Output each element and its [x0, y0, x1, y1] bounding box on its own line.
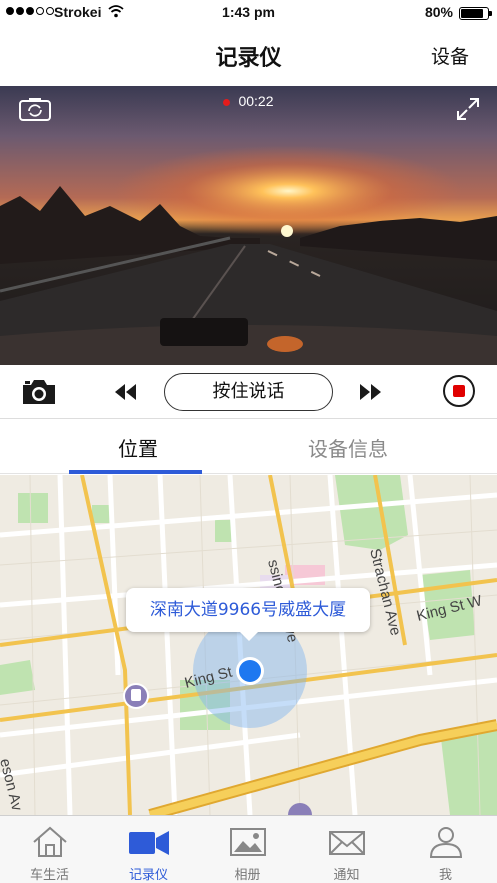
status-bar: Strokei 1:43 pm 80%	[0, 0, 497, 26]
home-icon	[33, 826, 67, 857]
recording-time-text: 00:22	[238, 93, 274, 109]
video-preview[interactable]: 00:22	[0, 86, 497, 365]
street-label: eson Av	[0, 757, 26, 813]
fullscreen-icon[interactable]	[455, 96, 481, 122]
tabbar-label: 通知	[333, 868, 360, 883]
tabbar-item-me[interactable]: 我	[396, 816, 495, 883]
snapshot-camera-icon[interactable]	[20, 377, 58, 407]
fast-forward-icon[interactable]	[358, 382, 384, 402]
tabbar-item-album[interactable]: 相册	[198, 816, 297, 883]
tabbar-label: 我	[438, 868, 452, 883]
address-callout[interactable]: 深南大道9966号威盛大厦	[126, 588, 370, 641]
mail-icon	[329, 831, 365, 855]
stop-record-button[interactable]	[442, 374, 476, 408]
tabbar-label: 车生活	[29, 868, 69, 883]
dashcam-scene	[0, 126, 497, 365]
person-icon	[429, 827, 463, 858]
tabbar-item-notifications[interactable]: 通知	[297, 816, 396, 883]
battery-icon	[459, 7, 492, 20]
segment-tabs: 位置 设备信息	[0, 420, 497, 474]
tabbar-item-car-life[interactable]: 车生活	[0, 816, 99, 883]
recording-timer: 00:22	[0, 93, 497, 109]
tabbar-item-recorder[interactable]: 记录仪	[99, 816, 198, 883]
tab-active-indicator	[69, 470, 202, 474]
tab-device-info[interactable]: 设备信息	[308, 433, 388, 462]
location-map[interactable]: ssington Ave Strachan Ave King St W King…	[0, 475, 497, 815]
photo-album-icon	[230, 828, 266, 856]
bottom-tab-bar: 车生活 记录仪 相册 通知 我	[0, 815, 497, 883]
tabbar-label: 记录仪	[128, 868, 168, 883]
recording-dot-icon	[223, 98, 231, 106]
page-title: 记录仪	[215, 46, 282, 71]
tab-location[interactable]: 位置	[118, 433, 158, 462]
navigation-bar: 记录仪 设备	[0, 26, 497, 86]
push-to-talk-button[interactable]: 按住说话	[164, 373, 333, 411]
playback-controls: 按住说话	[0, 365, 497, 419]
tabbar-label: 相册	[234, 868, 261, 883]
clock: 1:43 pm	[222, 4, 275, 20]
rewind-icon[interactable]	[112, 382, 138, 402]
device-button[interactable]: 设备	[431, 42, 469, 69]
video-camera-icon	[129, 831, 169, 855]
battery-percent: 80%	[424, 4, 453, 20]
map-canvas: ssington Ave Strachan Ave King St W King…	[0, 475, 497, 815]
